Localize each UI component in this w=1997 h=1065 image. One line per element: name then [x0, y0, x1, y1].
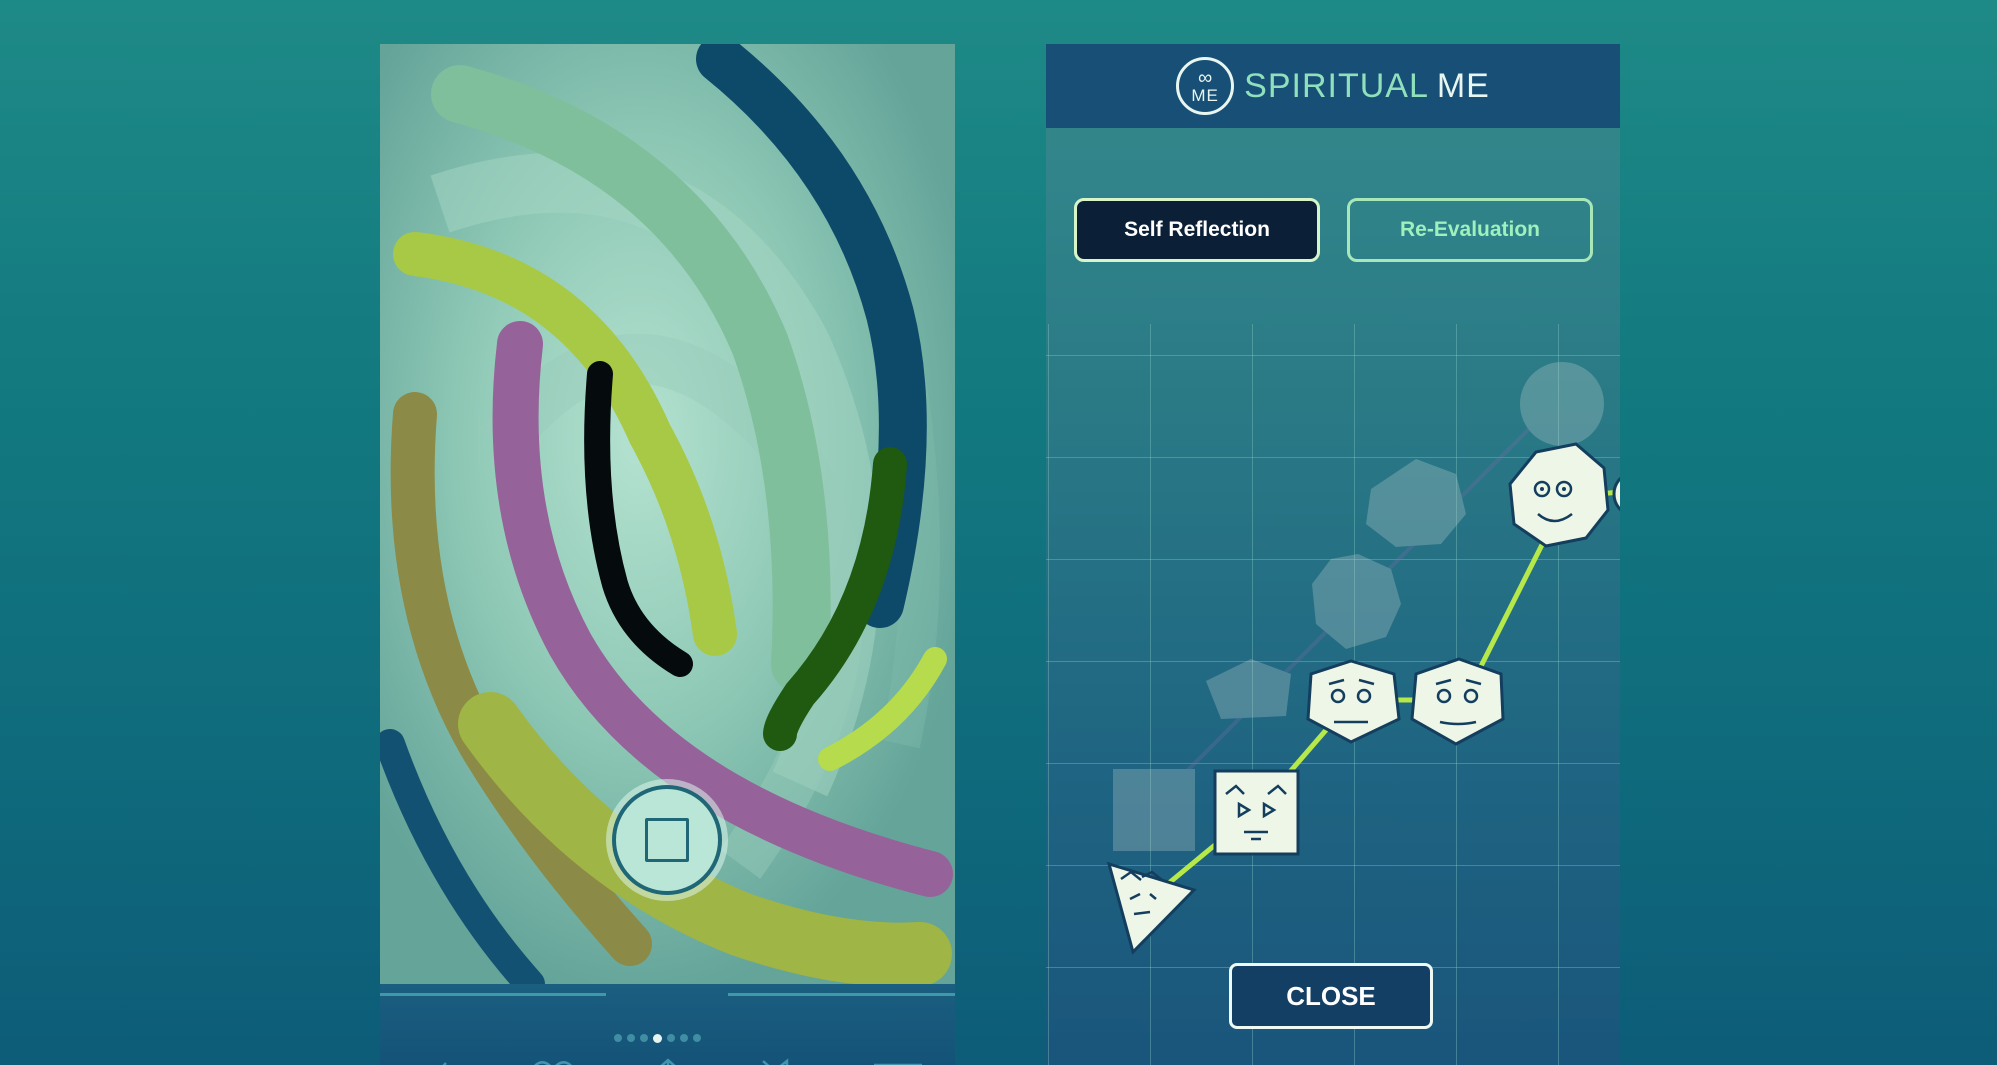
tab-self-reflection[interactable]: Self Reflection — [1074, 198, 1320, 262]
favorite-button[interactable] — [523, 1054, 583, 1065]
logo-text: ME — [1191, 85, 1219, 105]
page-dot[interactable] — [667, 1034, 675, 1042]
stop-icon — [645, 818, 689, 862]
app-title-spiritual: SPIRITUAL — [1244, 66, 1429, 105]
face-pentagon-faded — [1206, 659, 1291, 719]
mute-icon — [761, 1058, 788, 1065]
app-logo: ∞ ME — [1176, 57, 1235, 115]
back-arrow-icon — [441, 1062, 447, 1065]
face-pentagon-2 — [1410, 657, 1505, 746]
stop-button[interactable] — [612, 785, 722, 895]
app-title: SPIRITUAL ME — [1244, 67, 1490, 106]
face-heptagon-faded — [1366, 459, 1466, 547]
previous-path — [1113, 362, 1604, 851]
page-dot[interactable] — [693, 1034, 701, 1042]
heart-icon — [533, 1061, 572, 1065]
page-dot[interactable] — [640, 1034, 648, 1042]
face-square — [1213, 769, 1300, 856]
page-dot-active[interactable] — [653, 1034, 662, 1043]
share-icon — [660, 1058, 675, 1065]
face-square-faded — [1113, 769, 1195, 851]
divider-left — [380, 993, 606, 996]
app-title-me: ME — [1436, 66, 1490, 105]
page-dot[interactable] — [627, 1034, 635, 1042]
page-dot[interactable] — [614, 1034, 622, 1042]
face-circle-faded — [1520, 362, 1604, 446]
face-next-partial — [1612, 476, 1620, 512]
face-triangle — [1106, 861, 1197, 955]
back-button[interactable] — [408, 1054, 468, 1065]
share-button[interactable] — [638, 1054, 698, 1065]
app-header: ∞ ME SPIRITUAL ME — [1046, 44, 1620, 128]
menu-button[interactable] — [868, 1054, 928, 1065]
spiritual-me-screen: ∞ ME SPIRITUAL ME Self Reflection Re-Eval… — [1046, 44, 1620, 1065]
face-pentagon-1 — [1306, 659, 1401, 744]
infinity-icon: ∞ — [1198, 66, 1213, 89]
divider-right — [728, 993, 955, 996]
page-indicator — [614, 1034, 701, 1043]
progress-chart — [1106, 362, 1620, 955]
face-octagon-happy — [1508, 442, 1610, 548]
close-button[interactable]: CLOSE — [1229, 963, 1433, 1029]
mute-button[interactable] — [753, 1054, 813, 1065]
tab-re-evaluation[interactable]: Re-Evaluation — [1347, 198, 1593, 262]
page-dot[interactable] — [680, 1034, 688, 1042]
toolbar — [380, 1049, 955, 1065]
visualizer-screen — [380, 44, 955, 1065]
